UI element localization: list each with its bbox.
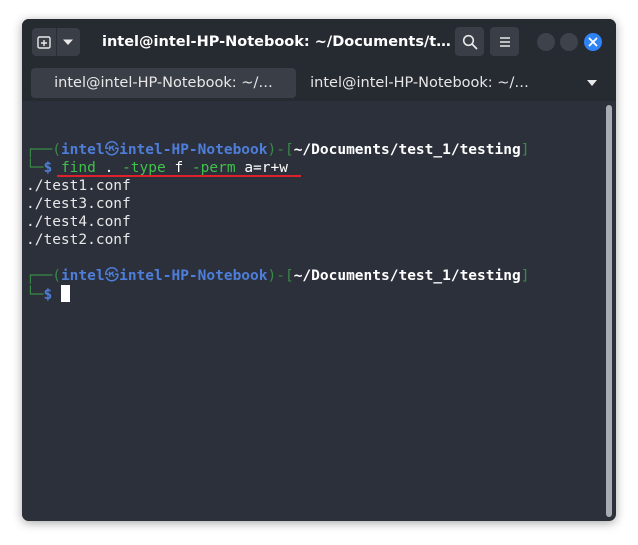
prompt-tree: ┌── [26,268,53,284]
skull-icon: ㉿ [104,142,120,158]
output-line: ./test4.conf [26,214,131,230]
prompt-path: ~/Documents/test_1/testing [293,268,521,284]
close-button[interactable] [584,33,602,51]
hamburger-menu-icon [499,36,510,47]
scrollbar[interactable] [606,105,612,519]
tab-2[interactable]: intel@intel-HP-Notebook: ~/… [307,68,532,98]
output-line: ./test3.conf [26,196,131,212]
command-arg: a=r+w [244,160,288,176]
new-tab-group [32,28,80,56]
output-line: ./test1.conf [26,178,131,194]
tab-bar: intel@intel-HP-Notebook: ~/… intel@intel… [22,65,616,101]
prompt-dollar: $ [43,160,53,176]
prompt-tree: └─ [26,160,44,176]
menu-button[interactable] [490,27,519,56]
search-icon [462,34,477,49]
prompt-user: intel [60,142,105,158]
command-option: -type [122,160,166,176]
header-bar: intel@intel-HP-Notebook: ~/Documents/tes… [22,19,616,65]
tab-list-dropdown[interactable] [585,76,599,90]
command-arg: f [174,160,184,176]
prompt-path: ~/Documents/test_1/testing [293,142,521,158]
prompt-tree: └─ [26,287,44,303]
prompt-paren: ) [267,142,277,158]
command-name: find [60,160,96,176]
terminal-content[interactable]: ┌──(intel㉿intel-HP-Notebook)-[~/Document… [22,101,604,521]
text-cursor [60,285,70,302]
prompt-tree: ┌── [26,142,53,158]
tab-1[interactable]: intel@intel-HP-Notebook: ~/… [31,68,296,98]
prompt-paren: ) [267,268,277,284]
search-button[interactable] [455,27,484,56]
prompt-line-top: ┌──(intel㉿intel-HP-Notebook)-[~/Document… [26,141,529,159]
window-title: intel@intel-HP-Notebook: ~/Documents/tes… [102,34,452,50]
prompt-bracket: ] [520,268,530,284]
new-tab-button[interactable] [32,28,56,56]
prompt-paren: ( [52,142,61,158]
close-icon [588,37,598,47]
prompt-dollar: $ [43,287,53,303]
command-arg: . [104,160,114,176]
prompt-user: intel [60,268,105,284]
output-line: ./test2.conf [26,232,131,248]
chevron-down-icon [63,39,74,45]
command-option: -perm [191,160,236,176]
prompt-host: intel-HP-Notebook [119,268,268,284]
new-tab-icon [37,36,51,49]
scrollbar-thumb[interactable] [606,105,612,517]
maximize-button[interactable] [560,33,578,51]
input-line[interactable]: └─$ [26,285,70,303]
prompt-bracket: [ [284,268,294,284]
prompt-bracket: ] [520,142,530,158]
prompt-host: intel-HP-Notebook [119,142,268,158]
prompt-dash: - [276,268,285,284]
prompt-bracket: [ [284,142,294,158]
prompt-line-top: ┌──(intel㉿intel-HP-Notebook)-[~/Document… [26,267,529,285]
prompt-dash: - [276,142,285,158]
terminal-window: intel@intel-HP-Notebook: ~/Documents/tes… [22,19,616,521]
prompt-paren: ( [52,268,61,284]
minimize-button[interactable] [537,33,555,51]
chevron-down-icon [587,80,597,86]
skull-icon: ㉿ [104,268,120,284]
new-tab-dropdown-button[interactable] [55,28,81,56]
